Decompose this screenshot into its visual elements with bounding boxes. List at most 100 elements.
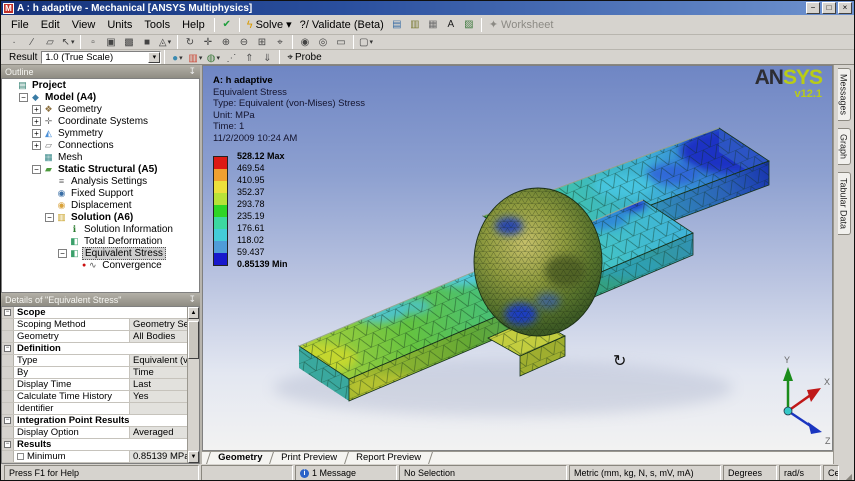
- resize-grip[interactable]: ◢: [840, 465, 852, 481]
- vertex-select-icon[interactable]: ∙: [6, 34, 22, 50]
- details-value[interactable]: Last: [130, 379, 187, 390]
- magnifier-window-icon[interactable]: ◉: [297, 34, 313, 50]
- collapse-icon[interactable]: −: [4, 345, 11, 352]
- tab-print-preview[interactable]: Print Preview: [269, 452, 348, 464]
- collapse-icon[interactable]: −: [32, 165, 41, 174]
- edges-display-icon[interactable]: ⋰: [223, 50, 239, 66]
- solve-button[interactable]: ϟ Solve▾: [243, 18, 296, 31]
- look-at-face-icon[interactable]: ▭: [333, 34, 349, 50]
- probe-button[interactable]: ⌖ Probe: [283, 52, 325, 63]
- tree-item-equivalent-stress[interactable]: −◧Equivalent Stress: [2, 247, 199, 259]
- face-select-icon[interactable]: ▱: [42, 34, 58, 50]
- resolve-check-icon[interactable]: ✔: [219, 17, 235, 33]
- edge-select-icon[interactable]: ∕: [24, 34, 40, 50]
- image-capture-icon[interactable]: ▨: [461, 17, 477, 33]
- menu-file[interactable]: File: [5, 18, 35, 32]
- details-value[interactable]: Time: [130, 367, 187, 378]
- details-value[interactable]: Yes: [130, 391, 187, 402]
- checkbox[interactable]: [17, 453, 24, 460]
- details-scrollbar[interactable]: ▲ ▼: [187, 307, 199, 463]
- tree-item-displacement[interactable]: ◉Displacement: [2, 199, 199, 211]
- pin-icon[interactable]: ↧: [188, 66, 196, 77]
- new-comment-icon[interactable]: ▥: [407, 17, 423, 33]
- expand-icon[interactable]: +: [32, 129, 41, 138]
- annotation-icon[interactable]: A: [443, 17, 459, 33]
- scale-combobox[interactable]: 1.0 (True Scale) ▾: [41, 51, 161, 64]
- menu-view[interactable]: View: [66, 18, 102, 32]
- collapse-icon[interactable]: −: [4, 309, 11, 316]
- tree-item-project[interactable]: ▤Project: [2, 79, 199, 91]
- tree-item-symmetry[interactable]: +◭Symmetry: [2, 127, 199, 139]
- tab-geometry[interactable]: Geometry: [206, 452, 273, 464]
- menu-edit[interactable]: Edit: [35, 18, 66, 32]
- expand-icon[interactable]: +: [32, 141, 41, 150]
- validate-button[interactable]: ?/ Validate (Beta): [296, 19, 388, 31]
- close-button[interactable]: ×: [838, 2, 852, 14]
- side-tab-messages[interactable]: Messages: [838, 68, 851, 121]
- details-value[interactable]: Equivalent (von-Mises) Stress: [130, 355, 187, 366]
- export-icon[interactable]: ▦: [425, 17, 441, 33]
- tree-item-total-deformation[interactable]: ◧Total Deformation: [2, 235, 199, 247]
- tree-item-solution-a6-[interactable]: −▥Solution (A6): [2, 211, 199, 223]
- new-chart-icon[interactable]: ▤: [389, 17, 405, 33]
- tree-item-mesh[interactable]: ▦Mesh: [2, 151, 199, 163]
- tree-item-model-a4-[interactable]: −◆Model (A4): [2, 91, 199, 103]
- collapse-icon[interactable]: −: [4, 417, 11, 424]
- tab-report-preview[interactable]: Report Preview: [344, 452, 433, 464]
- tree-item-convergence[interactable]: ●∿Convergence: [2, 259, 199, 271]
- solve-bolt-icon: ϟ: [247, 19, 253, 31]
- collapse-icon[interactable]: −: [58, 249, 67, 258]
- scroll-up-icon[interactable]: ▲: [188, 307, 199, 319]
- viewport-layout-icon[interactable]: ▢▾: [358, 34, 374, 50]
- body-select-icon[interactable]: ■: [139, 34, 155, 50]
- box-volume-select-icon[interactable]: ▩: [121, 34, 137, 50]
- collapse-icon[interactable]: −: [19, 93, 28, 102]
- minimize-button[interactable]: −: [806, 2, 820, 14]
- menu-help[interactable]: Help: [176, 18, 211, 32]
- collapse-icon[interactable]: −: [4, 441, 11, 448]
- box-select-icon[interactable]: ▣: [103, 34, 119, 50]
- scroll-down-icon[interactable]: ▼: [188, 451, 199, 463]
- contour-display-icon[interactable]: ▥▾: [187, 50, 203, 66]
- details-value[interactable]: 528.12 MPa: [130, 463, 187, 464]
- side-tab-graph[interactable]: Graph: [838, 128, 851, 165]
- single-select-icon[interactable]: ▫: [85, 34, 101, 50]
- details-value[interactable]: All Bodies: [130, 331, 187, 342]
- tree-item-geometry[interactable]: +❖Geometry: [2, 103, 199, 115]
- details-value[interactable]: 0.85139 MPa: [130, 451, 187, 462]
- tree-item-coordinate-systems[interactable]: +✛Coordinate Systems: [2, 115, 199, 127]
- vector-display-icon[interactable]: ◍▾: [205, 50, 221, 66]
- expand-icon[interactable]: +: [32, 117, 41, 126]
- status-angular-velocity-unit[interactable]: rad/s: [779, 465, 821, 481]
- side-tab-tabular-data[interactable]: Tabular Data: [838, 172, 851, 235]
- status-angle-unit[interactable]: Degrees: [723, 465, 777, 481]
- maximize-button[interactable]: □: [822, 2, 836, 14]
- tree-item-label: Connections: [56, 140, 116, 151]
- tree-item-connections[interactable]: +▱Connections: [2, 139, 199, 151]
- tree-item-static-structural-a5-[interactable]: −▰Static Structural (A5): [2, 163, 199, 175]
- graphics-viewport[interactable]: ↻ Y X Z: [202, 65, 833, 451]
- menu-units[interactable]: Units: [101, 18, 138, 32]
- status-messages[interactable]: i 1 Message: [295, 465, 397, 481]
- scroll-thumb[interactable]: [188, 321, 199, 359]
- chevron-down-icon[interactable]: ▾: [148, 52, 160, 63]
- menu-tools[interactable]: Tools: [138, 18, 176, 32]
- tree-item-solution-information[interactable]: ℹSolution Information: [2, 223, 199, 235]
- details-value[interactable]: Geometry Selection: [130, 319, 187, 330]
- max-tag-icon[interactable]: ⇑: [241, 50, 257, 66]
- tree-item-analysis-settings[interactable]: ≡Analysis Settings: [2, 175, 199, 187]
- pointer-mode-icon[interactable]: ↖▾: [60, 34, 76, 50]
- details-value[interactable]: Averaged: [130, 427, 187, 438]
- worksheet-button[interactable]: ✦ Worksheet: [485, 18, 558, 31]
- collapse-icon[interactable]: −: [45, 213, 54, 222]
- triad[interactable]: Y X Z: [783, 355, 831, 446]
- tree-item-fixed-support[interactable]: ◉Fixed Support: [2, 187, 199, 199]
- min-tag-icon[interactable]: ⇓: [259, 50, 275, 66]
- iso-view-icon[interactable]: ◎: [315, 34, 331, 50]
- geometry-display-icon[interactable]: ●▾: [169, 50, 185, 66]
- expand-icon[interactable]: +: [32, 105, 41, 114]
- status-units[interactable]: Metric (mm, kg, N, s, mV, mA): [569, 465, 721, 481]
- details-value[interactable]: [130, 403, 187, 414]
- pin-icon[interactable]: ↧: [188, 294, 196, 305]
- status-temperature-unit[interactable]: Celsius: [823, 465, 839, 481]
